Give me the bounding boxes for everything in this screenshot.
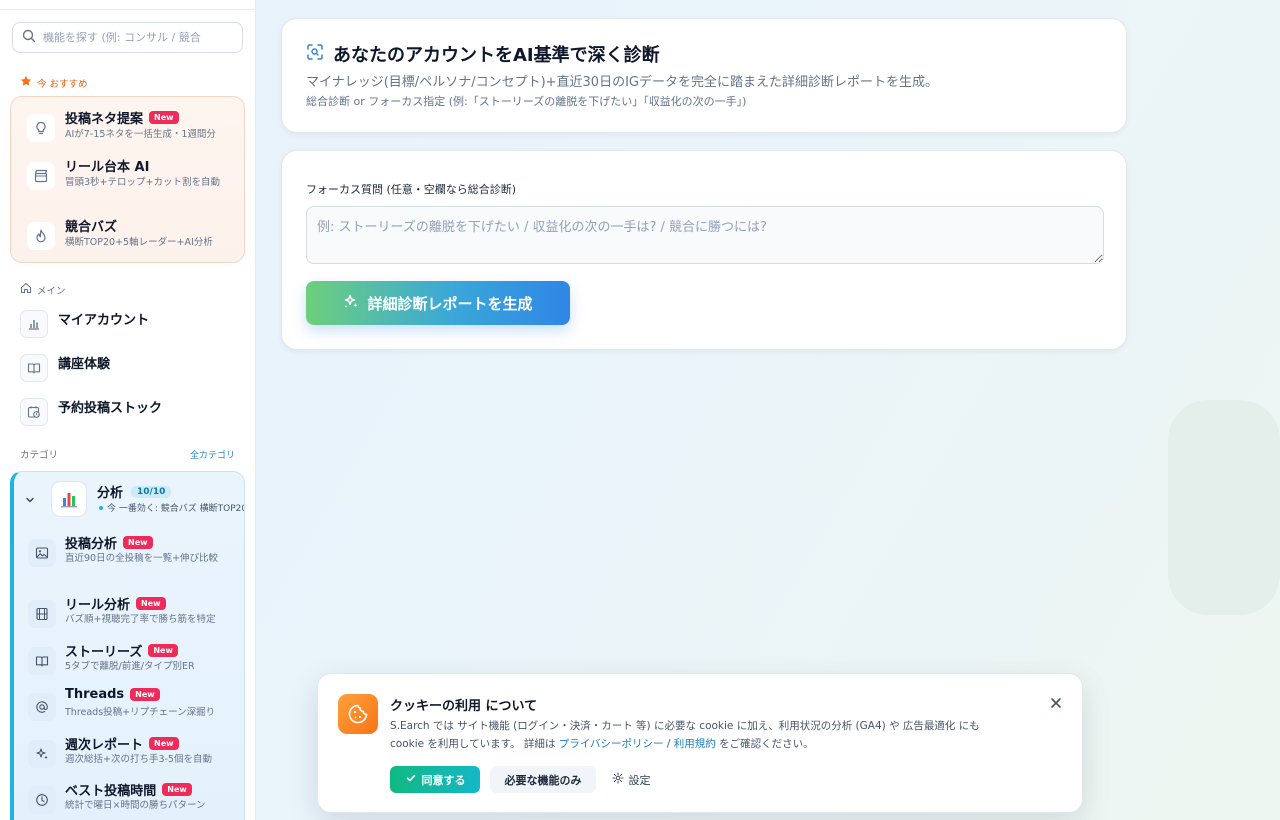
book-open-icon bbox=[28, 647, 56, 675]
sidebar: 今 おすすめ 投稿ネタ提案 New AIが7-15ネタを一括生成・1週間分 リール… bbox=[0, 0, 256, 820]
feature-post-ideas[interactable]: 投稿ネタ提案 New AIが7-15ネタを一括生成・1週間分 bbox=[11, 107, 246, 157]
cookie-description: S.Earch では サイト機能 (ログイン・決済・カート 等) に必要な co… bbox=[390, 717, 1010, 753]
bar-chart-icon bbox=[20, 310, 48, 338]
feature-title: リール台本 AI bbox=[65, 160, 150, 175]
page-note: 総合診断 or フォーカス指定 (例:「ストーリーズの離脱を下げたい」「収益化の… bbox=[306, 95, 747, 108]
item-title: 週次レポート bbox=[65, 738, 144, 753]
feature-desc: 冒頭3秒+テロップ+カット割を自動 bbox=[65, 177, 220, 188]
privacy-policy-link[interactable]: プライバシーポリシー bbox=[559, 738, 664, 750]
home-icon bbox=[20, 282, 32, 297]
analytics-chart-icon bbox=[51, 481, 87, 517]
new-badge: New bbox=[130, 688, 160, 701]
category-section-label: カテゴリ bbox=[20, 450, 59, 461]
recommended-label-text: 今 おすすめ bbox=[37, 78, 88, 90]
cookie-text-after: をご確認ください。 bbox=[715, 738, 814, 750]
item-title: ベスト投稿時間 bbox=[65, 784, 157, 799]
background-decoration bbox=[1168, 400, 1280, 615]
feature-title: 投稿ネタ提案 bbox=[65, 112, 144, 127]
item-desc: 週次総括+次の打ち手3-5個を自動 bbox=[65, 754, 212, 765]
item-title: Threads bbox=[65, 687, 125, 702]
book-icon bbox=[20, 354, 48, 382]
recommended-panel: 投稿ネタ提案 New AIが7-15ネタを一括生成・1週間分 リール台本 AI 冒… bbox=[10, 96, 245, 263]
nav-item-scheduled-posts[interactable]: 予約投稿ストック bbox=[20, 398, 245, 432]
essential-only-button[interactable]: 必要な機能のみ bbox=[490, 766, 596, 793]
lightbulb-icon bbox=[27, 114, 55, 142]
category-subtitle: 今 一番効く: 競合バズ 横断TOP20 bbox=[107, 504, 245, 514]
item-desc: Threads投稿+リプチェーン深掘り bbox=[65, 707, 216, 718]
main-section-label: メイン bbox=[20, 282, 66, 297]
new-badge: New bbox=[136, 597, 166, 610]
nav-label: 予約投稿ストック bbox=[58, 401, 163, 416]
item-desc: 統計で曜日×時間の勝ちパターン bbox=[65, 800, 206, 811]
item-desc: 5タブで離脱/前進/タイプ別ER bbox=[65, 661, 195, 672]
diagnosis-header-card: あなたのアカウントをAI基準で深く診断 マイナレッジ(目標/ペルソナ/コンセプト… bbox=[281, 18, 1127, 133]
sparkles-icon bbox=[28, 740, 56, 768]
page-title: あなたのアカウントをAI基準で深く診断 bbox=[306, 41, 660, 67]
divider bbox=[0, 9, 255, 10]
feature-desc: AIが7-15ネタを一括生成・1週間分 bbox=[65, 129, 216, 140]
category-count-badge: 10/10 bbox=[131, 485, 172, 498]
gear-icon bbox=[611, 772, 624, 787]
cookie-title: クッキーの利用 について bbox=[390, 699, 538, 714]
feature-desc: 横断TOP20+5軸レーダー+AI分析 bbox=[65, 237, 213, 248]
generate-report-button[interactable]: 詳細診断レポートを生成 bbox=[306, 281, 570, 325]
cookie-icon bbox=[338, 694, 378, 734]
item-title: 投稿分析 bbox=[65, 537, 118, 552]
clock-icon bbox=[28, 786, 56, 814]
nav-item-course[interactable]: 講座体験 bbox=[20, 354, 245, 388]
main-label-text: メイン bbox=[37, 285, 66, 297]
category-header[interactable]: 分析 10/10 今 一番効く: 競合バズ 横断TOP20 bbox=[14, 472, 245, 524]
search-input[interactable] bbox=[43, 31, 223, 44]
focus-form-card: フォーカス質問 (任意・空欄なら総合診断) 詳細診断レポートを生成 bbox=[281, 150, 1127, 350]
item-title: リール分析 bbox=[65, 598, 131, 613]
terms-link[interactable]: 利用規約 bbox=[674, 738, 716, 750]
page-subtitle: マイナレッジ(目標/ペルソナ/コンセプト)+直近30日のIGデータを完全に踏まえ… bbox=[306, 75, 938, 90]
page-title-text: あなたのアカウントをAI基準で深く診断 bbox=[333, 45, 660, 66]
scan-search-icon bbox=[306, 43, 324, 66]
sparkles-icon bbox=[343, 293, 359, 313]
all-categories-link[interactable]: 全カテゴリ bbox=[190, 448, 235, 461]
check-icon bbox=[405, 772, 417, 787]
search-icon bbox=[22, 28, 36, 47]
link-separator: / bbox=[663, 738, 674, 750]
new-badge: New bbox=[123, 536, 153, 549]
item-title: ストーリーズ bbox=[65, 645, 143, 660]
nav-item-my-account[interactable]: マイアカウント bbox=[20, 310, 245, 344]
cookie-settings-button[interactable]: 設定 bbox=[606, 766, 656, 793]
item-desc: 直近90日の全投稿を一覧+伸び比較 bbox=[65, 553, 219, 564]
category-panel-analysis: 分析 10/10 今 一番効く: 競合バズ 横断TOP20 投稿分析 New 直近9… bbox=[10, 471, 245, 820]
close-icon[interactable] bbox=[1047, 694, 1065, 712]
new-badge: New bbox=[149, 737, 179, 750]
accept-cookies-button[interactable]: 同意する bbox=[390, 766, 480, 793]
clapperboard-icon bbox=[27, 162, 55, 190]
star-icon bbox=[20, 75, 32, 90]
flame-icon bbox=[27, 222, 55, 250]
settings-label: 設定 bbox=[628, 773, 651, 787]
item-desc: バズ順+視聴完了率で勝ち筋を特定 bbox=[65, 614, 216, 625]
nav-label: 講座体験 bbox=[58, 357, 111, 372]
calendar-clock-icon bbox=[20, 398, 48, 426]
cookie-banner: クッキーの利用 について S.Earch では サイト機能 (ログイン・決済・カ… bbox=[317, 673, 1083, 813]
recommended-label: 今 おすすめ bbox=[20, 75, 88, 90]
new-badge: New bbox=[148, 644, 178, 657]
at-sign-icon bbox=[28, 693, 56, 721]
film-icon bbox=[28, 600, 56, 628]
accept-label: 同意する bbox=[421, 773, 466, 787]
status-dot bbox=[99, 505, 103, 510]
chevron-down-icon[interactable] bbox=[24, 491, 36, 510]
new-badge: New bbox=[149, 111, 179, 124]
nav-label: マイアカウント bbox=[58, 313, 150, 328]
category-title: 分析 bbox=[97, 486, 124, 501]
new-badge: New bbox=[162, 783, 192, 796]
focus-question-label: フォーカス質問 (任意・空欄なら総合診断) bbox=[306, 183, 517, 196]
image-icon bbox=[28, 539, 56, 567]
search-box[interactable] bbox=[12, 22, 243, 53]
generate-report-label: 詳細診断レポートを生成 bbox=[367, 294, 533, 313]
feature-title: 競合バズ bbox=[65, 220, 118, 235]
feature-reel-script[interactable]: リール台本 AI 冒頭3秒+テロップ+カット割を自動 bbox=[11, 155, 246, 205]
focus-question-input[interactable] bbox=[306, 206, 1104, 264]
feature-competitor-buzz[interactable]: 競合バズ 横断TOP20+5軸レーダー+AI分析 bbox=[11, 215, 246, 265]
